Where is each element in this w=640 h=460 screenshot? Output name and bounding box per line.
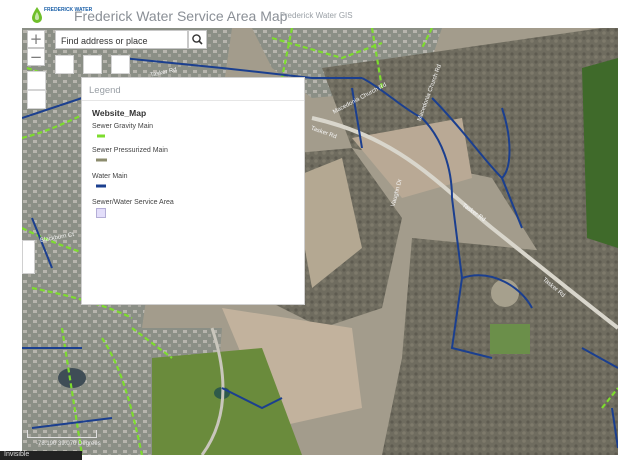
legend-title: Legend (89, 85, 121, 96)
sewer-pressurized-swatch (96, 158, 107, 162)
panel-toggle-handle[interactable] (22, 240, 35, 274)
app-header: FREDERICK WATER Frederick Water Service … (0, 0, 640, 28)
search-box (55, 30, 188, 49)
coordinate-readout: -78.190 39.070 Degrees (36, 441, 101, 447)
legend-divider (82, 100, 304, 101)
search-input[interactable] (61, 33, 187, 49)
legend-label-water-main: Water Main (92, 173, 128, 180)
app-title: Frederick Water Service Area Map (74, 8, 288, 24)
search-button[interactable] (188, 30, 207, 49)
legend-label-sewer-gravity: Sewer Gravity Main (92, 123, 154, 130)
service-area-swatch (96, 208, 106, 218)
zoom-in-button[interactable]: + (27, 30, 45, 48)
bottom-status-text: Invisible (4, 451, 30, 458)
legend-panel: Legend Website_Map Sewer Gravity Main Se… (81, 77, 305, 305)
search-icon (192, 34, 203, 45)
locate-button[interactable] (83, 55, 102, 74)
legend-label-service-area: Sewer/Water Service Area (92, 199, 174, 206)
legend-label-sewer-pressurized: Sewer Pressurized Main (92, 147, 168, 154)
water-main-swatch (96, 184, 106, 188)
legend-layer-name: Website_Map (92, 108, 147, 118)
home-button[interactable] (55, 55, 74, 74)
sewer-gravity-swatch (97, 134, 105, 138)
zoom-out-button[interactable]: − (27, 48, 45, 66)
basemap-button[interactable] (111, 55, 130, 74)
app-subtitle: Frederick Water GIS (280, 11, 353, 20)
scale-bar (27, 430, 97, 438)
layers-button[interactable] (27, 71, 46, 90)
legend-button[interactable] (27, 90, 46, 109)
